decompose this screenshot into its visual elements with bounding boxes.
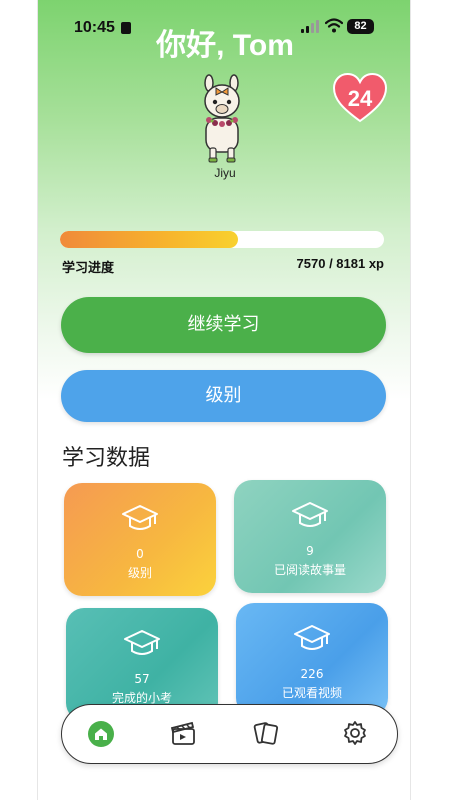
stat-card-stories-read[interactable]: 9 已阅读故事量 [234,480,386,593]
progress-bar [60,231,384,248]
graduation-cap-icon [122,505,158,530]
graduation-cap-icon [124,630,160,655]
progress-label: 学习进度 [62,261,115,276]
continue-learning-button[interactable]: 继续学习 [61,297,386,353]
stat-card-videos-watched[interactable]: 226 已观看视频 [236,603,388,716]
mascot-name: Jiyu [214,166,236,180]
stat-label: 已观看视频 [281,686,342,700]
graduation-cap-icon [292,502,328,527]
stats-section-title: 学习数据 [62,446,151,471]
gear-icon [344,721,366,745]
flashcards-icon [253,722,279,745]
nav-home[interactable] [86,718,118,750]
nav-videos[interactable] [168,718,200,750]
nav-flashcards[interactable] [251,718,283,750]
progress-value: 7570 / 8181 xp [296,256,384,271]
greeting-title: 你好, Tom [156,29,294,62]
stat-label: 已阅读故事量 [273,563,346,577]
bottom-navigation [61,704,398,764]
progress-fill [60,231,239,248]
level-button[interactable]: 级别 [61,370,386,422]
stat-card-level[interactable]: 0 级别 [64,483,216,596]
nav-settings[interactable] [340,718,372,750]
stat-value: 226 [300,667,324,681]
stat-label: 级别 [127,566,152,580]
stat-value: 0 [136,547,144,561]
stat-value: 57 [134,672,150,686]
alpaca-mascot [204,74,240,163]
hearts-count: 24 [347,86,373,111]
home-icon [95,728,107,740]
graduation-cap-icon [294,625,330,650]
stat-value: 9 [306,544,314,558]
clapperboard-icon [170,721,195,745]
